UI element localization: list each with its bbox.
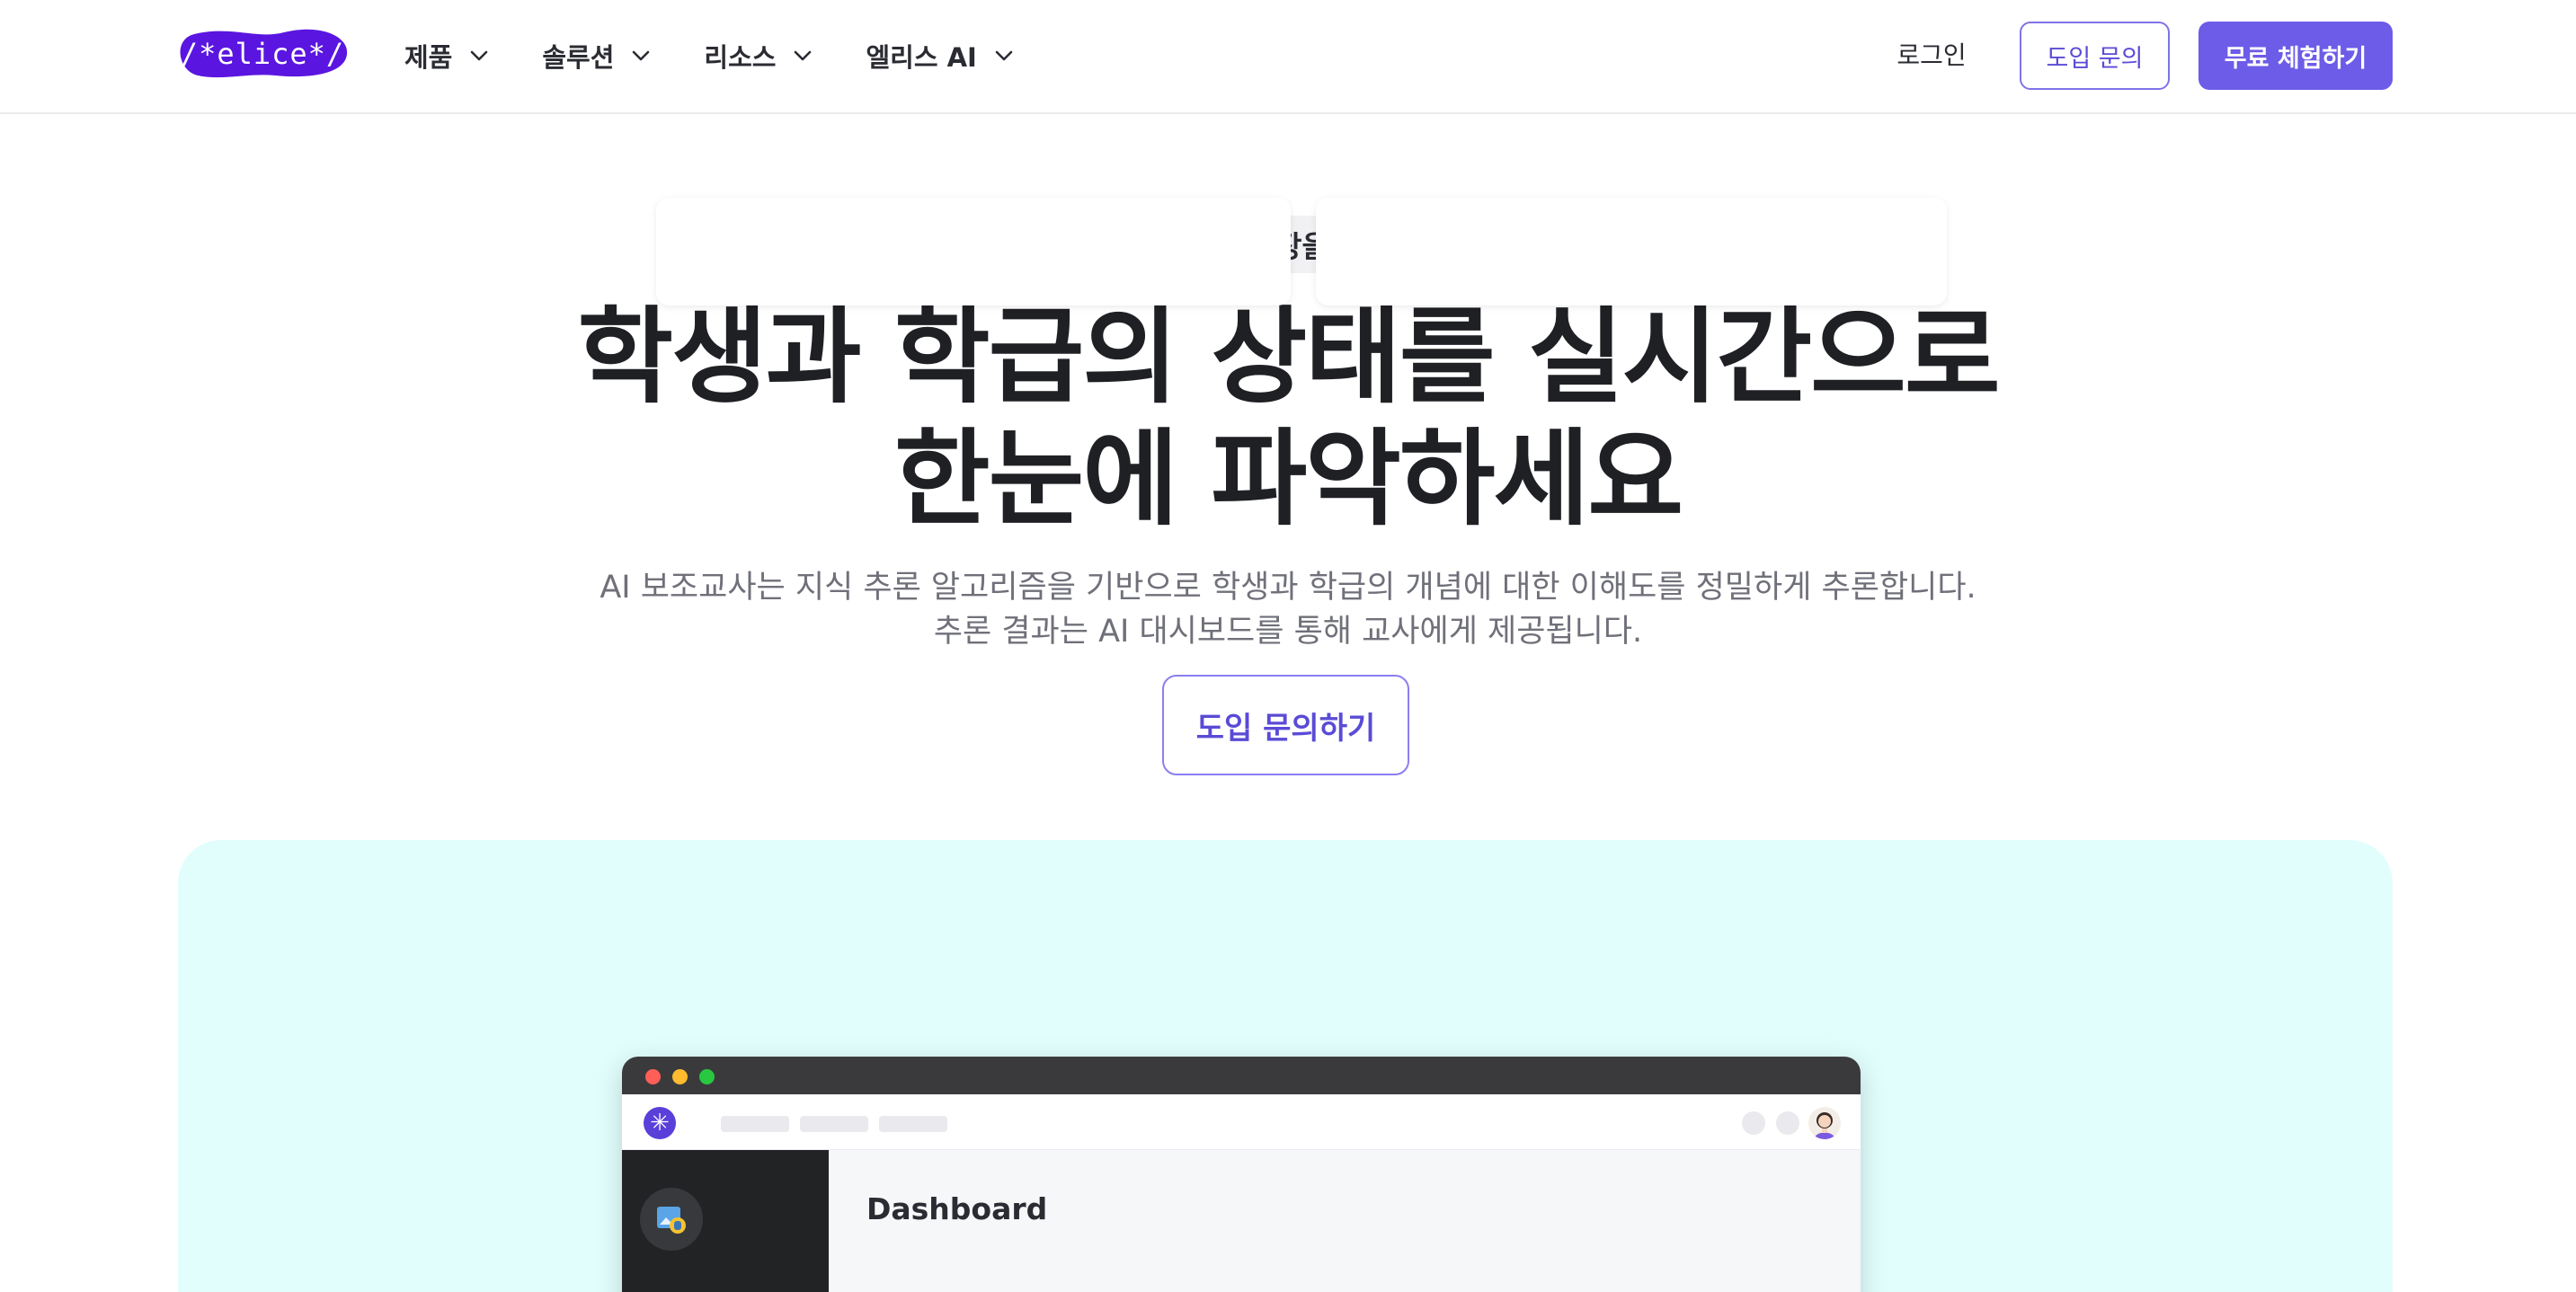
nav-item-label: 리소스 — [704, 42, 777, 73]
placeholder-bar — [721, 1116, 789, 1132]
app-sidebar — [622, 1150, 829, 1292]
nav-item-elice-ai[interactable]: 엘리스 AI — [866, 37, 1014, 75]
elice-logo[interactable]: /*elice*/ — [176, 27, 349, 81]
hero-title-line: 한눈에 파악하세요 — [893, 419, 1683, 540]
login-link[interactable]: 로그인 — [1882, 27, 1981, 84]
nav-item-label: 솔루션 — [542, 42, 615, 73]
browser-titlebar — [622, 1057, 1861, 1094]
dashboard-title: Dashboard — [866, 1191, 1048, 1226]
chevron-down-icon — [630, 45, 652, 66]
browser-mockup: ✳ Dashboard — [622, 1057, 1861, 1292]
nav-item-resources[interactable]: 리소스 — [704, 37, 813, 75]
main-nav: 제품 솔루션 리소스 엘리스 AI — [404, 27, 1067, 84]
hero-subtitle: AI 보조교사는 지식 추론 알고리즘을 기반으로 학생과 학급의 개념에 대한… — [431, 566, 2145, 654]
window-minimize-dot — [672, 1069, 688, 1084]
chevron-down-icon — [993, 45, 1015, 66]
chevron-down-icon — [468, 45, 490, 66]
hero-subtitle-line: 추론 결과는 AI 대시보드를 통해 교사에게 제공됩니다. — [933, 614, 1643, 650]
dashboard-card — [1316, 198, 1947, 305]
free-trial-button[interactable]: 무료 체험하기 — [2198, 22, 2393, 90]
inquiry-cta-button[interactable]: 도입 문의하기 — [1162, 675, 1409, 775]
placeholder-bar — [879, 1116, 947, 1132]
placeholder-circle — [1776, 1111, 1799, 1135]
nav-item-solutions[interactable]: 솔루션 — [542, 37, 652, 75]
image-python-icon — [640, 1188, 703, 1251]
nav-item-label: 제품 — [404, 42, 453, 73]
inquiry-button[interactable]: 도입 문의 — [2020, 22, 2170, 90]
hero-subtitle-line: AI 보조교사는 지식 추론 알고리즘을 기반으로 학생과 학급의 개념에 대한… — [600, 570, 1976, 606]
hero-title: 학생과 학급의 상태를 실시간으로 한눈에 파악하세요 — [431, 296, 2145, 541]
placeholder-bar — [800, 1116, 868, 1132]
site-header: /*elice*/ 제품 솔루션 리소스 엘리스 AI 로그인 도입 문의 무료… — [0, 0, 2576, 114]
nav-item-label: 엘리스 AI — [866, 42, 977, 73]
product-showcase: ✳ Dashboard — [178, 840, 2393, 1292]
dashboard-card — [656, 198, 1291, 305]
nav-item-products[interactable]: 제품 — [404, 37, 490, 75]
app-main-area: Dashboard — [829, 1150, 1861, 1292]
window-close-dot — [645, 1069, 661, 1084]
app-topbar: ✳ — [622, 1094, 1861, 1150]
window-maximize-dot — [699, 1069, 715, 1084]
app-logo-icon: ✳ — [644, 1107, 676, 1139]
chevron-down-icon — [792, 45, 813, 66]
hero-title-line: 학생과 학급의 상태를 실시간으로 — [577, 296, 2000, 418]
placeholder-circle — [1742, 1111, 1765, 1135]
avatar — [1808, 1107, 1841, 1139]
logo-text: /*elice*/ — [180, 37, 345, 71]
